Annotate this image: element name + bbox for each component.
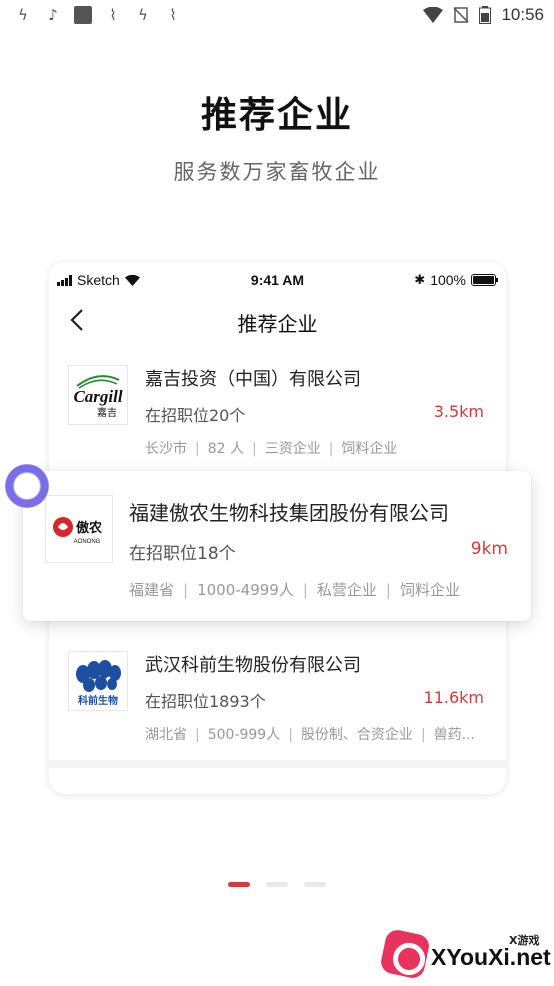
system-indicators: 10:56 [423,5,544,25]
company-card-cargill[interactable]: Cargill 嘉吉 嘉吉投资（中国）有限公司 在招职位20个 3.5km 长沙… [49,360,506,470]
notification-icon: ϟ [18,6,28,24]
bluetooth-icon: ✱ [414,272,426,287]
gamepad-logo-icon [378,927,432,981]
svg-text:AONONG: AONONG [74,539,101,545]
company-logo: 科前生物 [68,651,128,711]
page-dot[interactable] [304,882,326,887]
no-sim-icon [453,7,469,23]
company-tags: 福建省 | 1000-4999人 | 私营企业 | 饲料企业 [129,581,460,599]
page-title: 推荐企业 [200,95,353,136]
company-name: 武汉科前生物股份有限公司 [145,655,361,676]
company-logo: Cargill 嘉吉 [68,365,128,425]
distance: 3.5km [433,402,484,421]
watermark: X游戏 XYouXi.net [378,927,551,981]
battery-percent: 100% [430,272,466,288]
page-dot[interactable] [266,882,288,887]
watermark-text: XYouXi.net [431,944,551,970]
page-dot-active[interactable] [228,882,250,887]
svg-text:傲农: 傲农 [76,520,102,536]
aonong-logo: 傲农 AONONG [53,517,102,545]
app-icon [74,6,92,24]
nav-title: 推荐企业 [237,312,318,336]
ios-status-bar: Sketch 9:41 AM ✱ 100% [49,262,506,298]
cargill-logo: Cargill 嘉吉 [73,375,123,419]
job-count: 在招职位1893个 [145,692,266,711]
floating-assistant-bubble[interactable] [5,464,49,508]
wifi-icon [423,7,444,23]
cleaner-icon: ⌇ [109,6,117,24]
system-status-bar: ϟ ♪ ⌇ ϟ ⌇ 10:56 [0,0,554,30]
job-count: 在招职位18个 [129,544,236,564]
notification-icon: ϟ [138,6,148,24]
battery-icon [479,6,492,24]
svg-text:科前生物: 科前生物 [78,694,118,707]
cleaner-icon: ⌇ [169,6,177,24]
job-count: 在招职位20个 [145,406,246,425]
svg-text:Cargill: Cargill [73,387,122,406]
distance: 9km [470,539,508,559]
divider [49,760,506,768]
page-indicator [0,882,554,887]
company-name: 嘉吉投资（中国）有限公司 [145,369,361,390]
company-card-kqbio[interactable]: 科前生物 武汉科前生物股份有限公司 在招职位1893个 11.6km 湖北省 | 5… [49,646,506,756]
company-tags: 湖北省 | 500-999人 | 股份制、合资企业 | 兽药... [145,727,476,743]
company-card-aonong[interactable]: 傲农 AONONG 福建傲农生物科技集团股份有限公司 在招职位18个 9km 福… [23,471,531,621]
system-clock: 10:56 [501,5,544,24]
battery-icon [471,274,498,286]
company-name: 福建傲农生物科技集团股份有限公司 [129,501,449,525]
tiktok-icon: ♪ [48,6,58,24]
nav-bar: 推荐企业 [49,300,506,340]
svg-text:嘉吉: 嘉吉 [97,406,117,419]
distance: 11.6km [423,688,484,707]
kqbio-logo: 科前生物 [76,660,121,707]
company-tags: 长沙市 | 82 人 | 三资企业 | 饲料企业 [145,441,398,457]
company-logo: 傲农 AONONG [45,495,113,563]
page-subtitle: 服务数万家畜牧企业 [173,160,381,184]
notification-icons: ϟ ♪ ⌇ ϟ ⌇ [14,6,182,24]
